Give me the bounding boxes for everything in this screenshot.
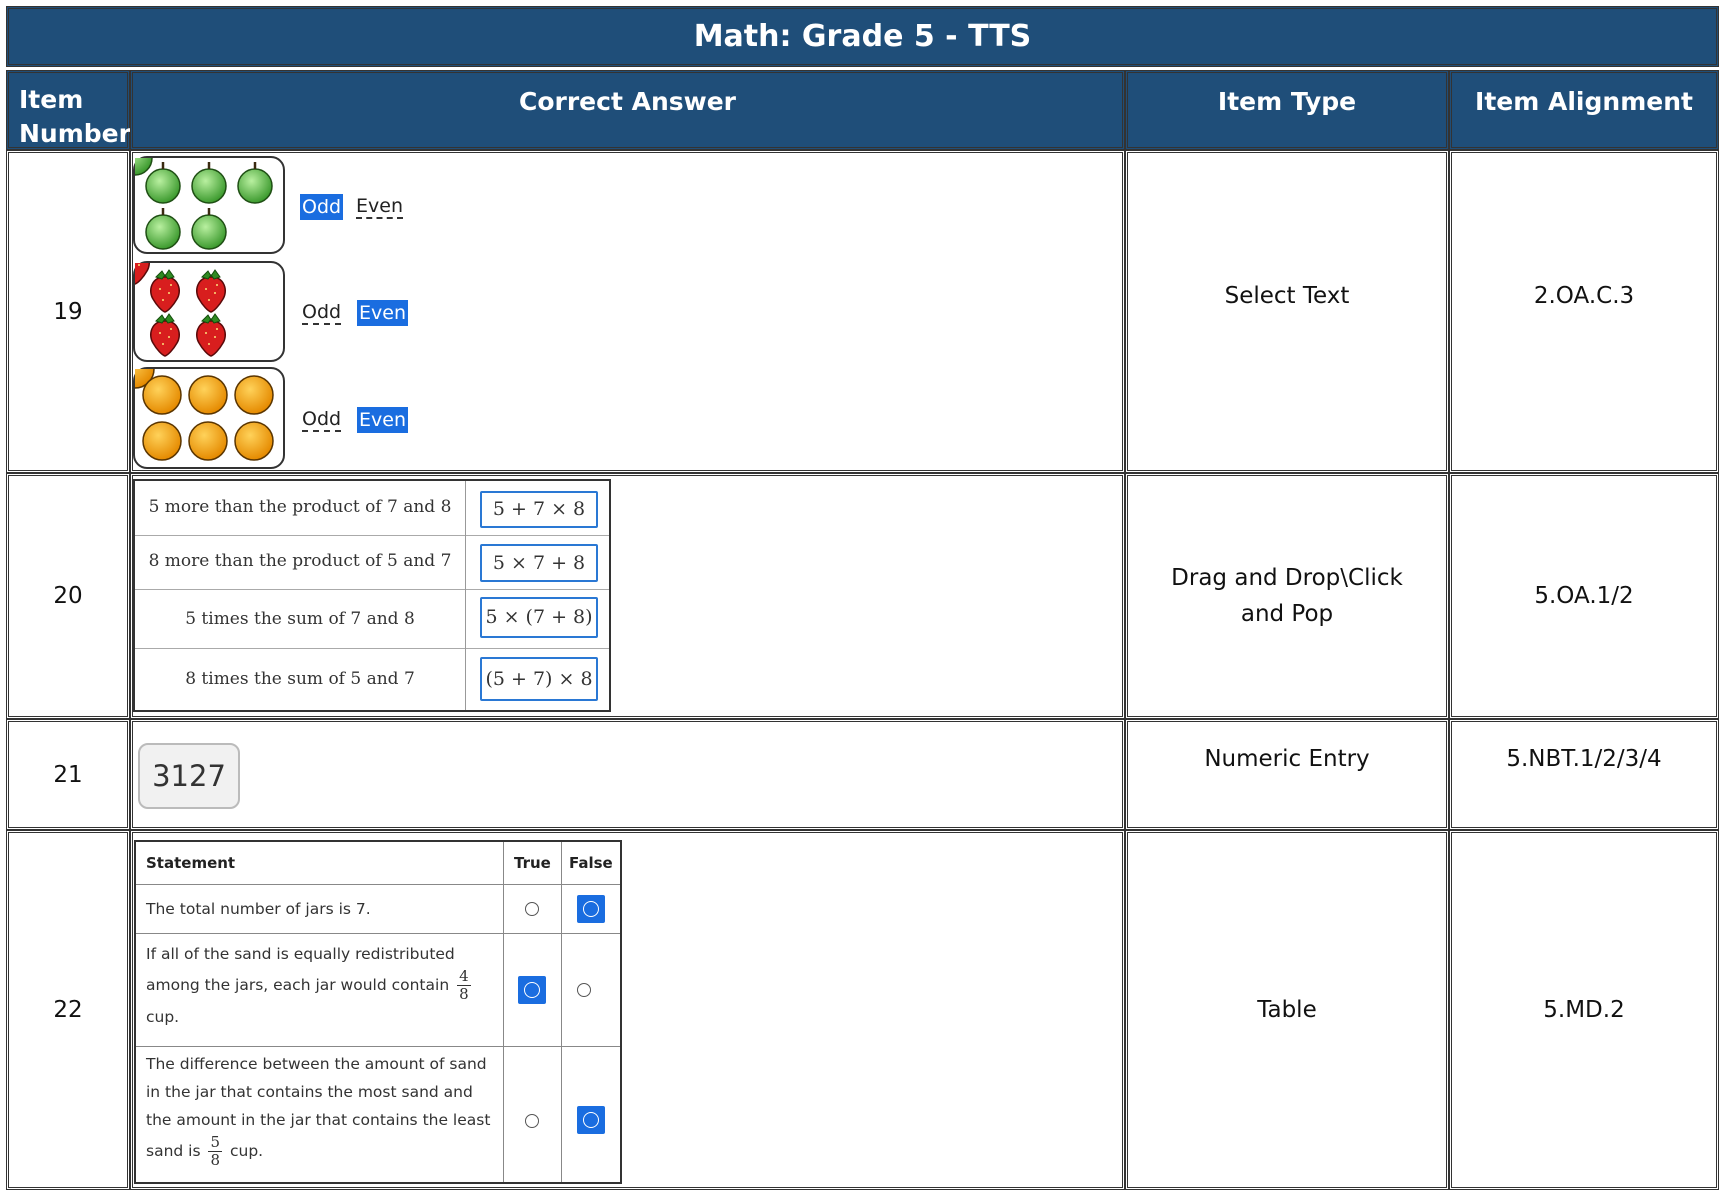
answer-key-table: Math: Grade 5 - TTS Item Number Correct …	[0, 0, 1719, 1190]
table-title: Math: Grade 5 - TTS	[6, 6, 1719, 67]
expression-drop-box[interactable]: (5 + 7) × 8	[480, 657, 598, 701]
statement-text: If all of the sand is equally redistribu…	[146, 940, 496, 1031]
item-type-20: Drag and Drop\Click and Pop	[1125, 473, 1449, 719]
fruit-box-oranges	[115, 349, 285, 469]
radio-true[interactable]	[525, 902, 539, 916]
fraction-numerator: 4	[457, 967, 471, 986]
expression-drop-box[interactable]: 5 × (7 + 8)	[480, 597, 598, 638]
expression-drop-box[interactable]: 5 × 7 + 8	[480, 544, 598, 582]
item-number-22: 22	[6, 830, 130, 1190]
header-item-number: Item Number	[6, 70, 131, 151]
radio-false-selected[interactable]	[577, 895, 605, 923]
header-item-type: Item Type	[1125, 70, 1449, 150]
fraction-denominator: 8	[459, 985, 469, 1003]
statement-text-part: If all of the sand is equally redistribu…	[146, 945, 455, 994]
radio-true[interactable]	[525, 1114, 539, 1128]
option-odd-strawberries[interactable]: Odd	[302, 301, 342, 325]
item-alignment-22: 5.MD.2	[1449, 830, 1719, 1190]
item-type-22: Table	[1125, 830, 1449, 1190]
statement-text-part: The difference between the amount of san…	[146, 1055, 491, 1160]
match-label: 8 times the sum of 5 and 7	[185, 669, 415, 689]
match-label: 5 more than the product of 7 and 8	[148, 497, 452, 517]
radio-true-selected[interactable]	[518, 976, 546, 1004]
item-alignment-21: 5.NBT.1/2/3/4	[1449, 719, 1719, 830]
item-number-20: 20	[6, 473, 130, 719]
radio-false-selected[interactable]	[577, 1106, 605, 1134]
apple-icon	[117, 134, 274, 251]
item-type-21: Numeric Entry	[1125, 719, 1449, 830]
numeric-entry-field[interactable]: 3127	[138, 743, 240, 809]
match-row: 8 more than the product of 5 and 7 5 × 7…	[135, 535, 609, 590]
item-alignment-19: 2.OA.C.3	[1449, 150, 1719, 473]
fraction: 58	[208, 1133, 223, 1169]
match-label: 5 times the sum of 7 and 8	[185, 609, 415, 629]
statement-text: The total number of jars is 7.	[146, 900, 371, 918]
fraction: 48	[457, 968, 471, 1003]
statement-text-part: cup.	[229, 1142, 264, 1160]
header-correct-answer: Correct Answer	[130, 70, 1125, 150]
true-false-table: Statement True False The total number of…	[134, 840, 622, 1184]
match-row: 5 times the sum of 7 and 8 5 × (7 + 8)	[135, 589, 609, 649]
orange-icon	[115, 349, 274, 461]
strawberry-icon	[120, 241, 227, 357]
radio-false[interactable]	[577, 983, 591, 997]
header-item-number-line1: Item	[19, 85, 84, 114]
option-even-apples[interactable]: Even	[356, 195, 403, 219]
item-number-19: 19	[6, 150, 130, 473]
statement-text-part: cup.	[146, 1008, 180, 1026]
match-label: 8 more than the product of 5 and 7	[148, 551, 452, 571]
fruit-box-strawberries	[120, 241, 285, 362]
option-odd-oranges[interactable]: Odd	[302, 408, 342, 432]
option-even-strawberries[interactable]: Even	[357, 300, 408, 326]
column-true: True	[514, 854, 551, 872]
item-number-21: 21	[6, 719, 130, 830]
fruit-box-apples	[117, 134, 285, 254]
match-table: 5 more than the product of 7 and 8 5 + 7…	[133, 479, 611, 712]
header-item-number-label: Item Number	[19, 83, 131, 151]
statement-text: The difference between the amount of san…	[146, 1050, 496, 1169]
fraction-numerator: 5	[208, 1133, 223, 1152]
option-odd-apples[interactable]: Odd	[300, 194, 344, 220]
header-item-alignment: Item Alignment	[1449, 70, 1719, 150]
item-alignment-20: 5.OA.1/2	[1449, 473, 1719, 719]
column-statement: Statement	[146, 854, 236, 872]
header-item-number-line2: Number	[19, 119, 131, 148]
fraction-denominator: 8	[210, 1151, 221, 1169]
answer-cell-21	[130, 719, 1125, 830]
match-row: 5 more than the product of 7 and 8 5 + 7…	[135, 481, 609, 536]
expression-drop-box[interactable]: 5 + 7 × 8	[480, 491, 598, 528]
match-row: 8 times the sum of 5 and 7 (5 + 7) × 8	[135, 648, 609, 710]
column-false: False	[569, 854, 613, 872]
item-type-19: Select Text	[1125, 150, 1449, 473]
option-even-oranges[interactable]: Even	[357, 407, 408, 433]
